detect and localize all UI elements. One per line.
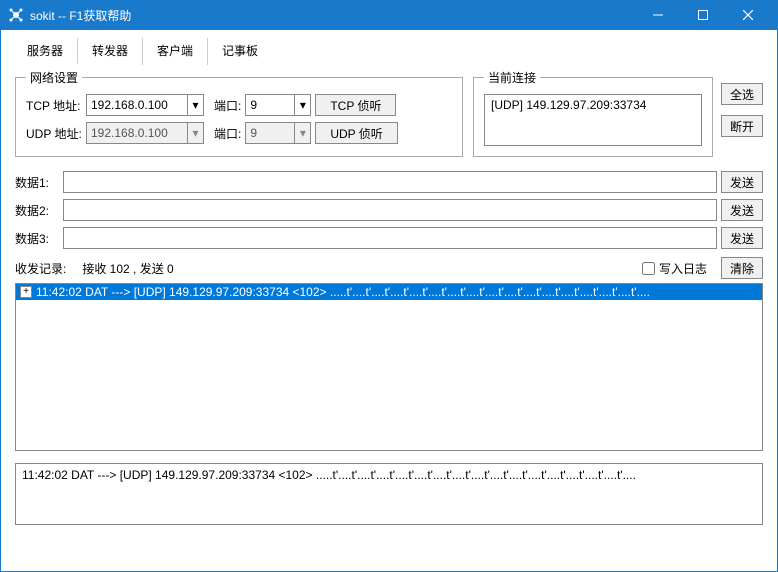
tab-notepad[interactable]: 记事板 <box>208 38 272 65</box>
tcp-port-input[interactable] <box>246 95 294 115</box>
tcp-port-label: 端口: <box>214 97 241 114</box>
send1-button[interactable]: 发送 <box>721 171 763 193</box>
chevron-down-icon[interactable]: ▾ <box>294 95 310 115</box>
tcp-addr-label: TCP 地址: <box>26 97 82 114</box>
minimize-button[interactable] <box>635 0 680 30</box>
data3-input[interactable] <box>63 227 717 249</box>
send2-button[interactable]: 发送 <box>721 199 763 221</box>
udp-port-label: 端口: <box>214 125 241 142</box>
tab-forwarder[interactable]: 转发器 <box>78 38 143 65</box>
tcp-addr-input[interactable] <box>87 95 187 115</box>
udp-addr-label: UDP 地址: <box>26 125 82 142</box>
log-entry[interactable]: + 11:42:02 DAT ---> [UDP] 149.129.97.209… <box>16 284 762 300</box>
tcp-port-combo[interactable]: ▾ <box>245 94 311 116</box>
chevron-down-icon[interactable]: ▾ <box>187 95 203 115</box>
network-settings-group: 网络设置 TCP 地址: ▾ 端口: ▾ TCP 侦听 UDP 地址: <box>15 69 463 157</box>
detail-box[interactable]: 11:42:02 DAT ---> [UDP] 149.129.97.209:3… <box>15 463 763 525</box>
close-button[interactable] <box>725 0 770 30</box>
tab-client[interactable]: 客户端 <box>143 38 208 65</box>
network-settings-legend: 网络设置 <box>26 69 82 86</box>
select-all-button[interactable]: 全选 <box>721 83 763 105</box>
window-title: sokit -- F1获取帮助 <box>30 7 635 24</box>
current-connections-group: 当前连接 [UDP] 149.129.97.209:33734 <box>473 69 713 157</box>
data2-input[interactable] <box>63 199 717 221</box>
data1-label: 数据1: <box>15 174 59 191</box>
tcp-addr-combo[interactable]: ▾ <box>86 94 204 116</box>
tab-server[interactable]: 服务器 <box>13 38 78 65</box>
udp-addr-input <box>87 123 187 143</box>
udp-port-input <box>246 123 294 143</box>
data3-label: 数据3: <box>15 230 59 247</box>
write-log-label: 写入日志 <box>659 260 707 277</box>
write-log-checkbox-input[interactable] <box>642 262 655 275</box>
write-log-checkbox[interactable]: 写入日志 <box>642 260 707 277</box>
udp-port-combo: ▾ <box>245 122 311 144</box>
send3-button[interactable]: 发送 <box>721 227 763 249</box>
disconnect-button[interactable]: 断开 <box>721 115 763 137</box>
log-entry-text: 11:42:02 DAT ---> [UDP] 149.129.97.209:3… <box>36 285 650 299</box>
connection-item[interactable]: [UDP] 149.129.97.209:33734 <box>489 97 697 113</box>
current-connections-legend: 当前连接 <box>484 69 540 86</box>
app-icon <box>8 7 24 23</box>
expand-icon[interactable]: + <box>20 286 32 298</box>
tab-bar: 服务器 转发器 客户端 记事板 <box>1 30 777 65</box>
udp-addr-combo: ▾ <box>86 122 204 144</box>
clear-button[interactable]: 清除 <box>721 257 763 279</box>
tcp-listen-button[interactable]: TCP 侦听 <box>315 94 396 116</box>
titlebar: sokit -- F1获取帮助 <box>0 0 778 30</box>
log-label: 收发记录: <box>15 260 66 277</box>
log-tree[interactable]: + 11:42:02 DAT ---> [UDP] 149.129.97.209… <box>15 283 763 451</box>
detail-text: 11:42:02 DAT ---> [UDP] 149.129.97.209:3… <box>22 468 636 482</box>
chevron-down-icon: ▾ <box>294 123 310 143</box>
data1-input[interactable] <box>63 171 717 193</box>
data2-label: 数据2: <box>15 202 59 219</box>
maximize-button[interactable] <box>680 0 725 30</box>
chevron-down-icon: ▾ <box>187 123 203 143</box>
connections-list[interactable]: [UDP] 149.129.97.209:33734 <box>484 94 702 146</box>
log-stats: 接收 102 , 发送 0 <box>82 260 636 277</box>
udp-listen-button[interactable]: UDP 侦听 <box>315 122 397 144</box>
